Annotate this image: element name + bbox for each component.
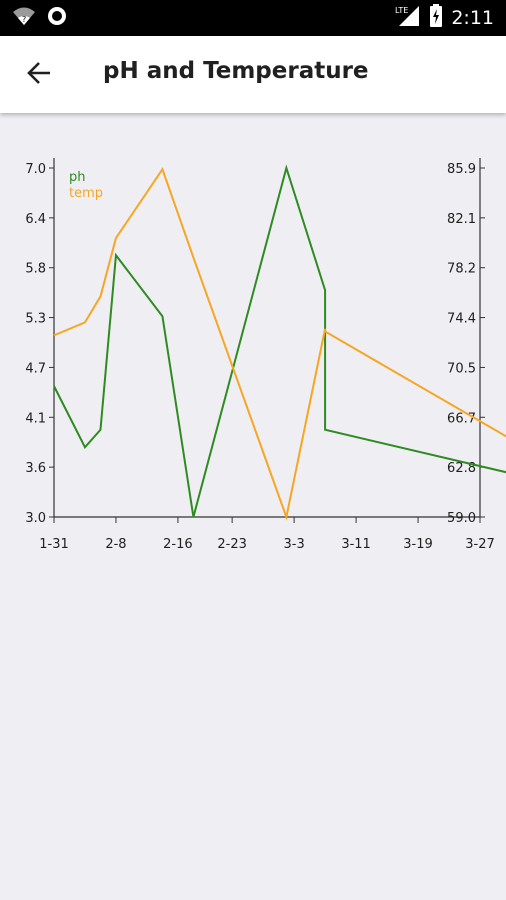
x-tick-label: 3-19 — [403, 537, 433, 552]
y-left-tick-label: 5.3 — [25, 312, 46, 327]
signal-icon: LTE — [395, 4, 421, 32]
network-label: LTE — [395, 6, 408, 15]
y-left-tick-label: 6.4 — [25, 212, 46, 227]
ph-temperature-chart: 3.0 3.6 4.1 4.7 5.3 5.8 6.4 7.0 59.0 62.8 66.7 70.5… — [0, 150, 506, 560]
y-right-tick-label: 66.7 — [447, 411, 476, 426]
app-bar: pH and Temperature — [0, 36, 506, 113]
legend-temp: temp — [69, 186, 103, 201]
y-right-tick-label: 82.1 — [447, 212, 476, 227]
x-tick-label: 3-11 — [341, 537, 371, 552]
y-right-tick-label: 74.4 — [447, 312, 476, 327]
y-left-tick-label: 4.7 — [25, 361, 46, 376]
y-left-tick-label: 5.8 — [25, 262, 46, 277]
page-title: pH and Temperature — [103, 58, 369, 84]
svg-text:?: ? — [22, 15, 26, 24]
status-clock: 2:11 — [451, 7, 494, 29]
series-line-ph — [53, 164, 506, 518]
record-icon — [46, 5, 68, 31]
status-bar: ? LTE 2:11 — [0, 0, 506, 36]
y-left-tick-label: 3.0 — [25, 511, 46, 526]
x-tick-label: 2-23 — [217, 537, 247, 552]
arrow-back-icon — [26, 60, 52, 90]
x-tick-label: 1-31 — [39, 537, 69, 552]
chart-svg: 3.03.64.14.75.35.86.47.059.062.866.770.5… — [25, 158, 506, 552]
back-button[interactable] — [14, 50, 64, 100]
x-tick-label: 3-3 — [283, 537, 304, 552]
y-left-tick-label: 3.6 — [25, 461, 46, 476]
battery-charging-icon — [429, 4, 443, 32]
y-right-tick-label: 59.0 — [447, 511, 476, 526]
status-left-icons: ? — [12, 6, 68, 30]
legend-ph: ph — [69, 170, 86, 185]
y-right-tick-label: 78.2 — [447, 262, 476, 277]
x-tick-label: 2-16 — [163, 537, 193, 552]
y-right-tick-label: 70.5 — [447, 361, 476, 376]
series-line-temp — [53, 167, 506, 521]
y-left-tick-label: 4.1 — [25, 411, 46, 426]
wifi-icon: ? — [12, 5, 36, 31]
x-tick-label: 3-27 — [465, 537, 495, 552]
status-right-icons: LTE 2:11 — [395, 4, 494, 32]
x-tick-label: 2-8 — [105, 537, 126, 552]
y-left-tick-label: 7.0 — [25, 162, 46, 177]
y-right-tick-label: 85.9 — [447, 162, 476, 177]
